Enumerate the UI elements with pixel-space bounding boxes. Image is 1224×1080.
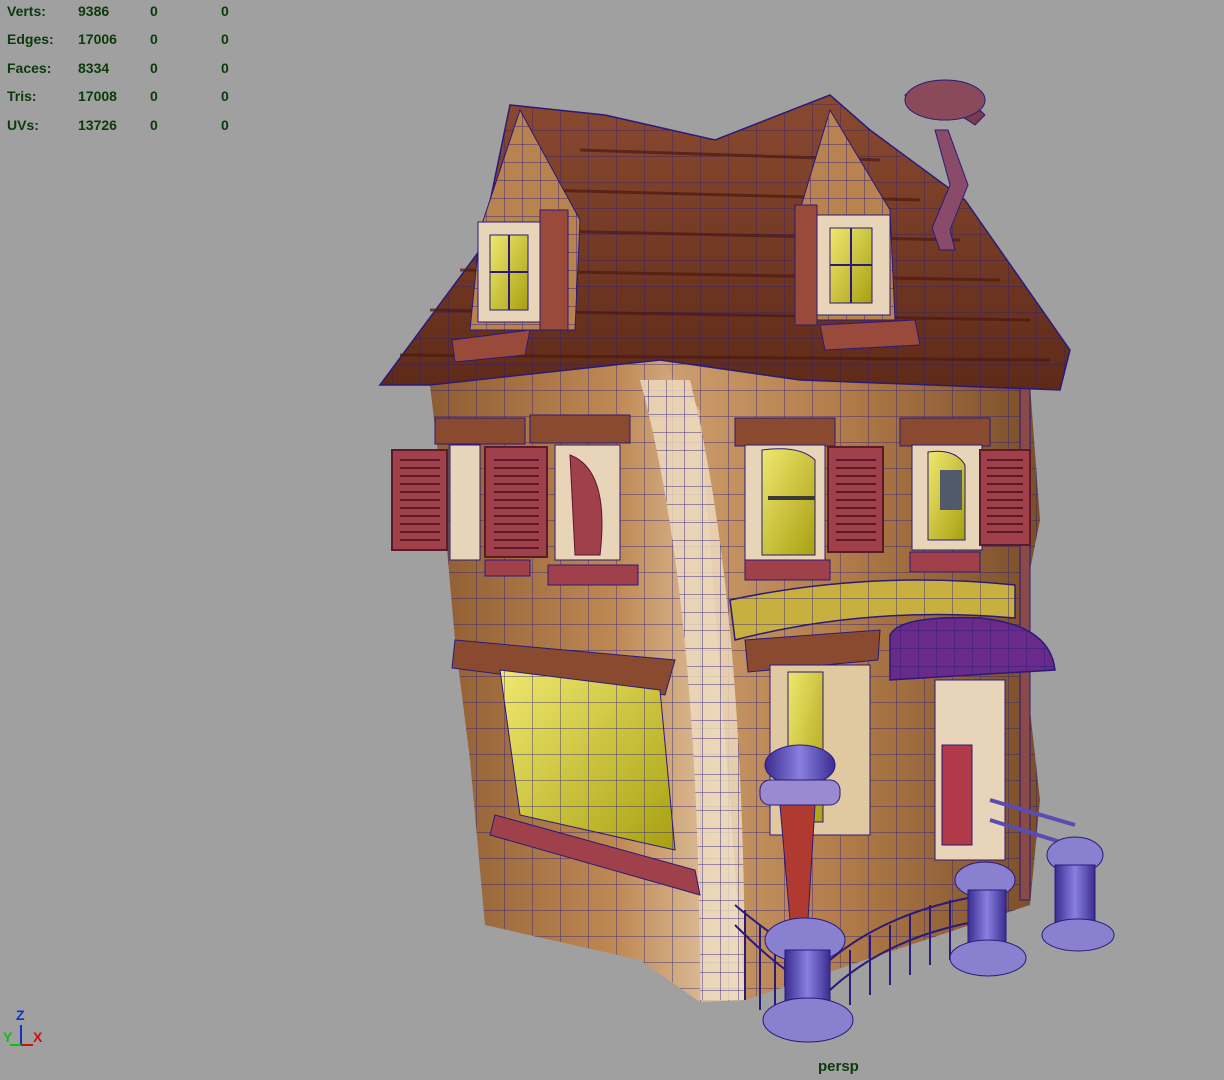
hud-value: 0: [150, 60, 158, 76]
hud-row-verts: Verts: 9386 0 0: [0, 3, 240, 23]
axis-y-label: Y: [3, 1029, 13, 1045]
axis-z-label: Z: [16, 1007, 25, 1023]
hud-value: 13726: [78, 117, 117, 133]
hud-label: Edges:: [7, 31, 54, 47]
axis-x-label: X: [33, 1029, 43, 1045]
hud-value: 8334: [78, 60, 110, 76]
camera-name-label: persp: [818, 1058, 859, 1075]
hud-value: 0: [221, 117, 229, 133]
axis-gizmo: Z Y X: [0, 1005, 50, 1065]
hud-value: 0: [150, 117, 158, 133]
hud-row-edges: Edges: 17006 0 0: [0, 31, 240, 51]
hud-row-tris: Tris: 17008 0 0: [0, 88, 240, 108]
hud-label: Faces:: [7, 60, 52, 76]
hud-value: 0: [150, 31, 158, 47]
hud-label: Tris:: [7, 88, 37, 104]
hud-value: 17006: [78, 31, 117, 47]
hud-value: 0: [221, 60, 229, 76]
hud-row-uvs: UVs: 13726 0 0: [0, 117, 240, 137]
hud-label: UVs:: [7, 117, 39, 133]
hud-label: Verts:: [7, 3, 46, 19]
hud-value: 0: [221, 3, 229, 19]
house-model[interactable]: [0, 0, 1224, 1080]
hud-row-faces: Faces: 8334 0 0: [0, 60, 240, 80]
hud-value: 9386: [78, 3, 110, 19]
hud-value: 0: [150, 88, 158, 104]
hud-value: 0: [221, 31, 229, 47]
hud-value: 0: [221, 88, 229, 104]
hud-value: 17008: [78, 88, 117, 104]
3d-viewport[interactable]: Verts: 9386 0 0 Edges: 17006 0 0 Faces: …: [0, 0, 1224, 1080]
hud-value: 0: [150, 3, 158, 19]
